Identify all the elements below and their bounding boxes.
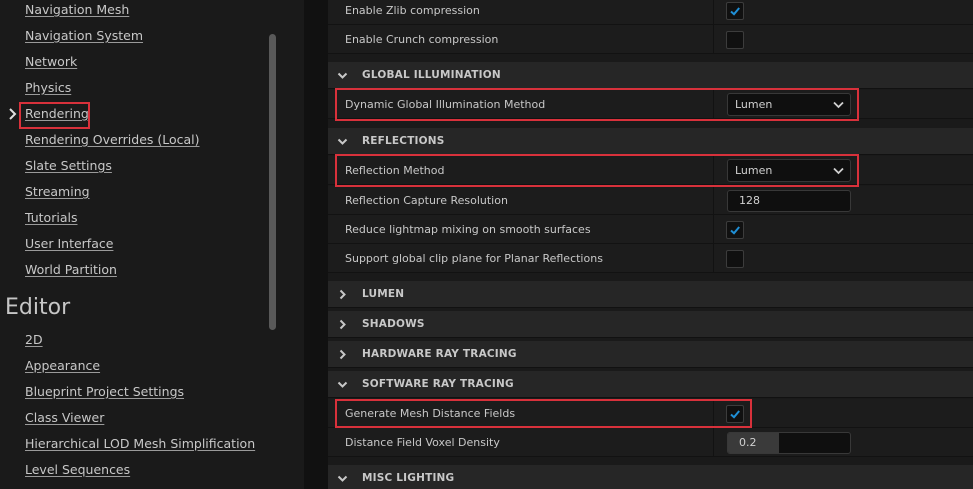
sidebar-item-blueprint-project-settings[interactable]: Blueprint Project Settings (25, 382, 184, 402)
property-row-voxel-density: Distance Field Voxel Density 0.2 (328, 428, 973, 457)
chevron-right-icon (339, 289, 346, 300)
sidebar-item-world-partition[interactable]: World Partition (25, 260, 117, 280)
chevron-right-icon (339, 349, 346, 360)
input-value: 128 (739, 194, 760, 207)
dgi-method-dropdown[interactable]: Lumen (727, 93, 851, 116)
chevron-right-icon (9, 108, 17, 120)
property-label: Reflection Method (345, 164, 445, 177)
sidebar-item-rendering-overrides[interactable]: Rendering Overrides (Local) (25, 130, 200, 150)
clip-plane-checkbox[interactable] (726, 250, 744, 268)
dropdown-value: Lumen (735, 164, 773, 177)
input-value: 0.2 (739, 436, 757, 449)
sidebar-item-user-interface[interactable]: User Interface (25, 234, 113, 254)
sidebar-item-rendering[interactable]: Rendering (25, 104, 89, 124)
checkmark-icon (730, 226, 740, 235)
property-row-zlib: Enable Zlib compression (328, 0, 973, 25)
section-misc-lighting[interactable]: MISC LIGHTING (328, 465, 973, 489)
section-label: SOFTWARE RAY TRACING (362, 378, 514, 390)
chevron-down-icon (833, 101, 844, 109)
sidebar-item-tutorials[interactable]: Tutorials (25, 208, 77, 228)
dropdown-value: Lumen (735, 98, 773, 111)
checkmark-icon (730, 7, 740, 16)
property-label: Reflection Capture Resolution (345, 194, 508, 207)
chevron-down-icon (337, 381, 348, 388)
property-label: Generate Mesh Distance Fields (345, 407, 516, 420)
details-panel: Enable Zlib compression Enable Crunch co… (328, 0, 973, 489)
chevron-down-icon (337, 138, 348, 145)
editor-section-heading: Editor (5, 295, 71, 320)
section-label: LUMEN (362, 288, 405, 300)
chevron-right-icon (339, 319, 346, 330)
property-label: Enable Crunch compression (345, 33, 499, 46)
sidebar-item-streaming[interactable]: Streaming (25, 182, 90, 202)
property-label: Support global clip plane for Planar Ref… (345, 252, 603, 265)
section-shadows[interactable]: SHADOWS (328, 311, 973, 338)
section-lumen[interactable]: LUMEN (328, 281, 973, 308)
checkmark-icon (730, 410, 740, 419)
section-software-ray-tracing[interactable]: SOFTWARE RAY TRACING (328, 371, 973, 398)
chevron-down-icon (337, 475, 348, 482)
property-row-reflection-method: Reflection Method Lumen (328, 156, 973, 185)
sidebar-item-2d[interactable]: 2D (25, 330, 43, 350)
mesh-distance-fields-checkbox[interactable] (726, 405, 744, 423)
sidebar-item-navigation-system[interactable]: Navigation System (25, 26, 143, 46)
property-row-dgi-method: Dynamic Global Illumination Method Lumen (328, 90, 973, 119)
property-row-mesh-distance-fields: Generate Mesh Distance Fields (328, 399, 973, 428)
section-label: SHADOWS (362, 318, 425, 330)
chevron-down-icon (337, 72, 348, 79)
section-reflections[interactable]: REFLECTIONS (328, 128, 973, 155)
section-label: MISC LIGHTING (362, 472, 455, 484)
zlib-checkbox[interactable] (726, 2, 744, 20)
property-label: Reduce lightmap mixing on smooth surface… (345, 223, 591, 236)
property-row-capture-resolution: Reflection Capture Resolution 128 (328, 186, 973, 215)
section-global-illumination[interactable]: GLOBAL ILLUMINATION (328, 62, 973, 89)
reflection-method-dropdown[interactable]: Lumen (727, 159, 851, 182)
capture-resolution-input[interactable]: 128 (727, 190, 851, 212)
property-row-clip-plane: Support global clip plane for Planar Ref… (328, 244, 973, 273)
sidebar-item-level-sequences[interactable]: Level Sequences (25, 460, 130, 480)
property-row-lightmap-mixing: Reduce lightmap mixing on smooth surface… (328, 215, 973, 244)
settings-sidebar: Navigation Mesh Navigation System Networ… (0, 0, 304, 489)
property-label: Dynamic Global Illumination Method (345, 98, 546, 111)
chevron-down-icon (833, 167, 844, 175)
panel-divider[interactable] (304, 0, 328, 489)
section-hardware-ray-tracing[interactable]: HARDWARE RAY TRACING (328, 341, 973, 368)
sidebar-item-hlod-mesh-simplification[interactable]: Hierarchical LOD Mesh Simplification (25, 434, 255, 454)
section-label: HARDWARE RAY TRACING (362, 348, 517, 360)
crunch-checkbox[interactable] (726, 31, 744, 49)
sidebar-item-class-viewer[interactable]: Class Viewer (25, 408, 104, 428)
property-row-crunch: Enable Crunch compression (328, 25, 973, 54)
sidebar-scrollbar[interactable] (269, 34, 276, 330)
property-label: Distance Field Voxel Density (345, 436, 500, 449)
sidebar-item-navigation-mesh[interactable]: Navigation Mesh (25, 0, 129, 20)
section-label: REFLECTIONS (362, 135, 445, 147)
voxel-density-slider[interactable]: 0.2 (727, 432, 851, 454)
property-label: Enable Zlib compression (345, 4, 480, 17)
sidebar-item-physics[interactable]: Physics (25, 78, 71, 98)
lightmap-mixing-checkbox[interactable] (726, 221, 744, 239)
section-label: GLOBAL ILLUMINATION (362, 69, 501, 81)
sidebar-item-network[interactable]: Network (25, 52, 77, 72)
sidebar-item-appearance[interactable]: Appearance (25, 356, 100, 376)
sidebar-item-slate-settings[interactable]: Slate Settings (25, 156, 112, 176)
